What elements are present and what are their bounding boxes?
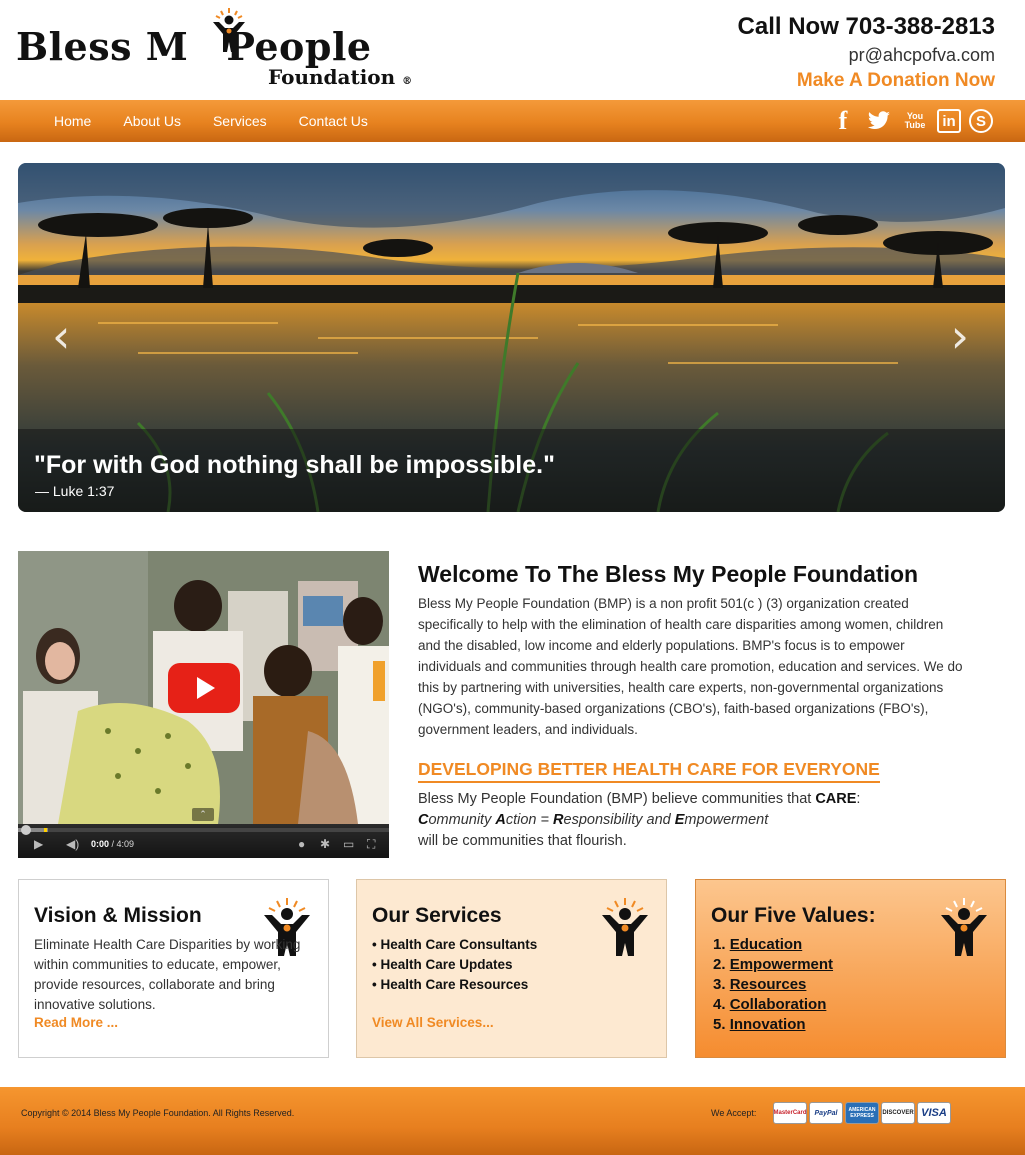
video-play-button[interactable] bbox=[168, 663, 240, 713]
linkedin-icon[interactable]: in bbox=[937, 109, 961, 133]
list-item[interactable]: 3. Resources bbox=[713, 975, 833, 995]
site-header: Bless M People Foundation ® Call Now 703-… bbox=[0, 0, 1025, 100]
view-all-services-link[interactable]: View All Services... bbox=[372, 1015, 494, 1030]
gear-icon[interactable]: ✱ bbox=[320, 836, 330, 852]
list-item[interactable]: 5. Innovation bbox=[713, 1015, 833, 1035]
list-item[interactable]: 4. Collaboration bbox=[713, 995, 833, 1015]
hero-slider: ‹ › "For with God nothing shall be impos… bbox=[18, 163, 1005, 512]
video-time: 0:00 / 4:09 bbox=[91, 839, 135, 849]
box-title: Our Services bbox=[372, 904, 502, 927]
welcome-title: Welcome To The Bless My People Foundatio… bbox=[418, 561, 919, 587]
nav-item-services[interactable]: Services bbox=[197, 100, 283, 142]
email-link[interactable]: pr@ahcpofva.com bbox=[738, 42, 995, 68]
services-list: • Health Care Consultants • Health Care … bbox=[372, 935, 537, 995]
amex-icon: AMERICAN EXPRESS bbox=[845, 1102, 879, 1124]
welcome-intro: Bless My People Foundation (BMP) is a no… bbox=[418, 596, 963, 737]
video-expand-icon[interactable]: ⌃ bbox=[192, 808, 214, 821]
contact-block: Call Now 703-388-2813 pr@ahcpofva.com Ma… bbox=[738, 12, 995, 94]
facebook-icon[interactable]: f bbox=[829, 106, 857, 135]
volume-icon[interactable]: ◀) bbox=[66, 836, 79, 852]
list-item[interactable]: 2. Empowerment bbox=[713, 955, 833, 975]
list-item[interactable]: 1. Education bbox=[713, 935, 833, 955]
donate-link[interactable]: Make A Donation Now bbox=[738, 68, 995, 94]
bmp-figure-icon bbox=[602, 898, 648, 956]
welcome-section: Welcome To The Bless My People Foundatio… bbox=[418, 560, 978, 852]
logo-text-bless-m: Bless M bbox=[16, 24, 189, 69]
play-icon[interactable]: ▶ bbox=[34, 836, 43, 852]
bmp-figure-icon bbox=[941, 898, 987, 956]
mastercard-icon: MasterCard bbox=[773, 1102, 807, 1124]
slider-prev-arrow[interactable]: ‹ bbox=[52, 313, 70, 359]
fullscreen-icon[interactable]: ⛶ bbox=[367, 836, 375, 852]
services-box: Our Services • Health Care Consultants •… bbox=[356, 879, 667, 1058]
logo-subtitle: Foundation ® bbox=[268, 65, 413, 89]
slider-quote: "For with God nothing shall be impossibl… bbox=[34, 451, 555, 479]
values-list: 1. Education 2. Empowerment 3. Resources… bbox=[713, 935, 833, 1035]
info-icon[interactable]: ● bbox=[298, 836, 305, 852]
we-accept-label: We Accept: bbox=[711, 1108, 757, 1118]
slider-caption: "For with God nothing shall be impossibl… bbox=[18, 429, 1005, 512]
site-logo[interactable]: Bless M People Foundation ® bbox=[16, 8, 436, 92]
social-links: f You Tube in S bbox=[829, 106, 993, 135]
list-item[interactable]: • Health Care Resources bbox=[372, 975, 537, 995]
video-controls: ▶ ◀) 0:00 / 4:09 ● ✱ ▭ ⛶ bbox=[18, 824, 389, 858]
copyright-text: Copyright © 2014 Bless My People Foundat… bbox=[21, 1108, 295, 1118]
care-acronym: Community Action = Responsibility and Em… bbox=[418, 812, 769, 828]
list-item[interactable]: • Health Care Updates bbox=[372, 955, 537, 975]
slider-next-arrow[interactable]: › bbox=[951, 313, 969, 359]
nav-item-contact-us[interactable]: Contact Us bbox=[283, 100, 384, 142]
video-ad-marker bbox=[44, 828, 47, 832]
care-statement: Bless My People Foundation (BMP) believe… bbox=[418, 789, 978, 852]
logo-figure-icon bbox=[213, 8, 245, 52]
theater-mode-icon[interactable]: ▭ bbox=[343, 836, 354, 852]
box-title: Vision & Mission bbox=[34, 904, 202, 927]
nav-item-about-us[interactable]: About Us bbox=[107, 100, 197, 142]
video-scrubber[interactable] bbox=[21, 825, 31, 835]
logo-text-people: People bbox=[226, 24, 372, 69]
list-item[interactable]: • Health Care Consultants bbox=[372, 935, 537, 955]
paypal-icon: PayPal bbox=[809, 1102, 843, 1124]
payment-cards: MasterCard PayPal AMERICAN EXPRESS DISCO… bbox=[773, 1102, 951, 1124]
phone-number[interactable]: Call Now 703-388-2813 bbox=[738, 12, 995, 42]
vision-text: Eliminate Health Care Disparities by wor… bbox=[34, 937, 301, 1012]
discover-icon: DISCOVER bbox=[881, 1102, 915, 1124]
video-progress-bar[interactable] bbox=[18, 825, 389, 835]
logo-title: Bless M People bbox=[16, 24, 372, 69]
main-nav: Home About Us Services Contact Us f You … bbox=[0, 100, 1025, 142]
skype-icon[interactable]: S bbox=[969, 109, 993, 133]
vision-mission-box: Vision & Mission Eliminate Health Care D… bbox=[18, 879, 329, 1058]
visa-icon: VISA bbox=[917, 1102, 951, 1124]
welcome-subheading: DEVELOPING BETTER HEALTH CARE FOR EVERYO… bbox=[418, 758, 880, 783]
youtube-icon[interactable]: You Tube bbox=[901, 107, 929, 135]
values-box: Our Five Values: 1. Education 2. Empower… bbox=[695, 879, 1006, 1058]
slider-citation: — Luke 1:37 bbox=[35, 483, 115, 499]
box-title: Our Five Values: bbox=[711, 904, 876, 927]
read-more-link[interactable]: Read More ... bbox=[34, 1015, 118, 1030]
site-footer: Copyright © 2014 Bless My People Foundat… bbox=[0, 1087, 1025, 1155]
video-player[interactable]: ⌃ ▶ ◀) 0:00 / 4:09 ● ✱ ▭ ⛶ bbox=[18, 551, 389, 858]
nav-item-home[interactable]: Home bbox=[38, 100, 107, 142]
twitter-icon[interactable] bbox=[865, 107, 893, 135]
